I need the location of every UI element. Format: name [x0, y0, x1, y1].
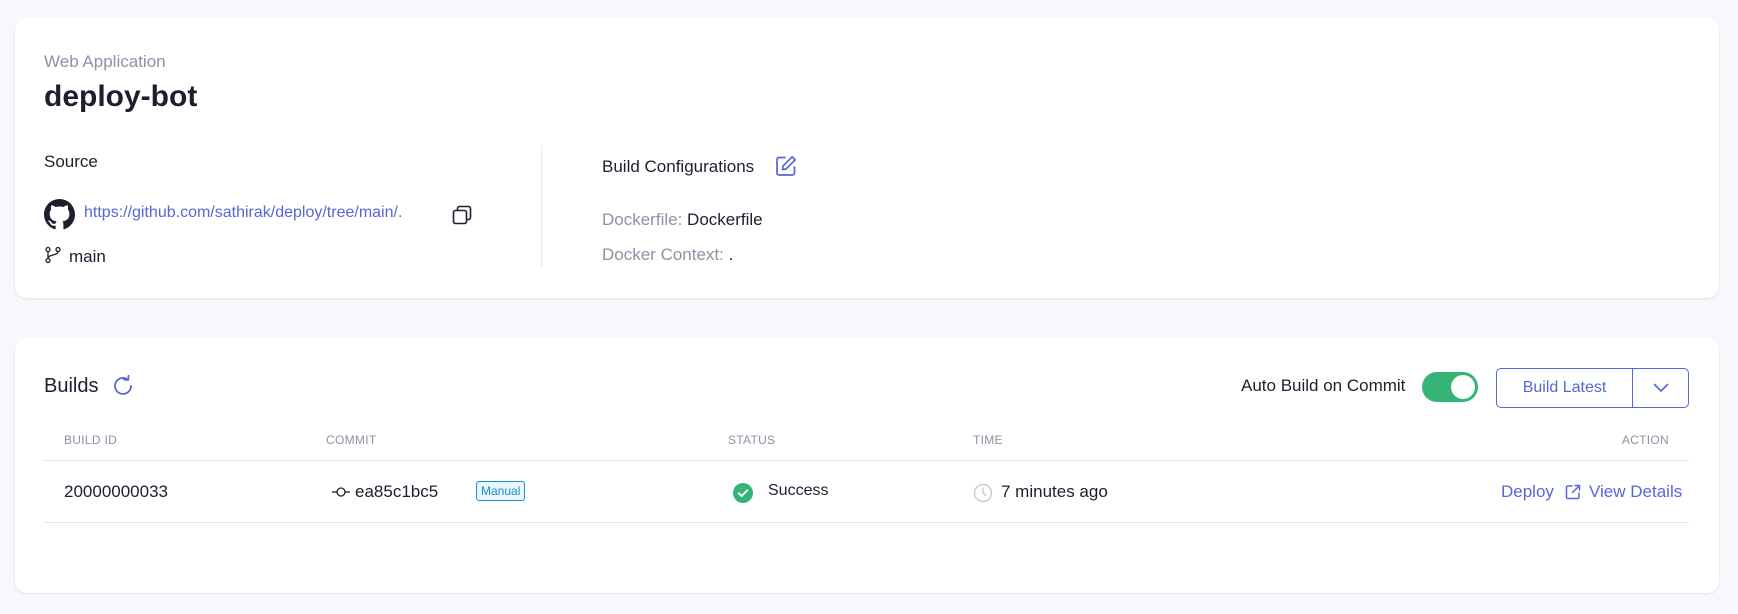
repository-link[interactable]: https://github.com/sathirak/deploy/tree/… [84, 204, 402, 222]
build-latest-button[interactable]: Build Latest [1497, 369, 1633, 407]
git-commit-icon [332, 487, 350, 497]
external-link-icon[interactable] [1564, 483, 1582, 501]
time-text: 7 minutes ago [1001, 482, 1108, 501]
component-type-label: Web Application [44, 52, 166, 71]
builds-heading: Builds [44, 375, 99, 397]
build-id-cell: 20000000033 [64, 482, 169, 501]
auto-build-label: Auto Build on Commit [1241, 376, 1406, 395]
copy-icon[interactable] [451, 204, 473, 226]
column-time: TIME [973, 433, 1003, 447]
branch-name: main [69, 247, 106, 266]
status-text: Success [768, 482, 829, 499]
build-config-heading: Build Configurations [602, 157, 755, 176]
dockerfile-row: Dockerfile: Dockerfile [602, 210, 763, 230]
builds-table: BUILD ID COMMIT STATUS TIME ACTION 20000… [44, 422, 1689, 523]
section-divider [541, 146, 542, 267]
table-header: BUILD ID COMMIT STATUS TIME ACTION [44, 422, 1689, 461]
component-name: deploy-bot [44, 80, 198, 113]
chevron-down-icon [1653, 383, 1668, 392]
toggle-knob [1451, 375, 1475, 399]
component-overview-card: Web Application deploy-bot Source https:… [15, 18, 1719, 298]
dockerfile-value: Dockerfile [687, 210, 763, 229]
docker-context-value: . [728, 245, 734, 264]
view-details-link[interactable]: View Details [1589, 482, 1682, 502]
builds-card: Builds Auto Build on Commit Build Latest… [15, 338, 1719, 593]
github-icon [44, 199, 75, 230]
column-commit: COMMIT [326, 433, 377, 447]
commit-hash[interactable]: ea85c1bc5 [355, 482, 438, 502]
column-build-id: BUILD ID [64, 433, 118, 447]
check-circle-icon [733, 483, 753, 503]
column-action: ACTION [1621, 433, 1669, 447]
edit-icon[interactable] [774, 154, 798, 178]
refresh-icon[interactable] [111, 374, 135, 398]
clock-icon [973, 483, 993, 503]
build-latest-split-button: Build Latest [1496, 368, 1689, 408]
trigger-badge: Manual [476, 481, 526, 501]
dockerfile-label: Dockerfile: [602, 210, 683, 229]
source-heading: Source [44, 152, 98, 171]
column-status: STATUS [728, 433, 776, 447]
docker-context-row: Docker Context: . [602, 245, 733, 265]
deploy-link[interactable]: Deploy [1501, 482, 1554, 502]
table-row: 20000000033 ea85c1bc5 Manual Success 7 m… [44, 461, 1689, 523]
build-options-dropdown[interactable] [1633, 369, 1688, 407]
git-branch-icon [45, 246, 61, 264]
auto-build-toggle[interactable] [1422, 372, 1478, 402]
docker-context-label: Docker Context: [602, 245, 724, 264]
